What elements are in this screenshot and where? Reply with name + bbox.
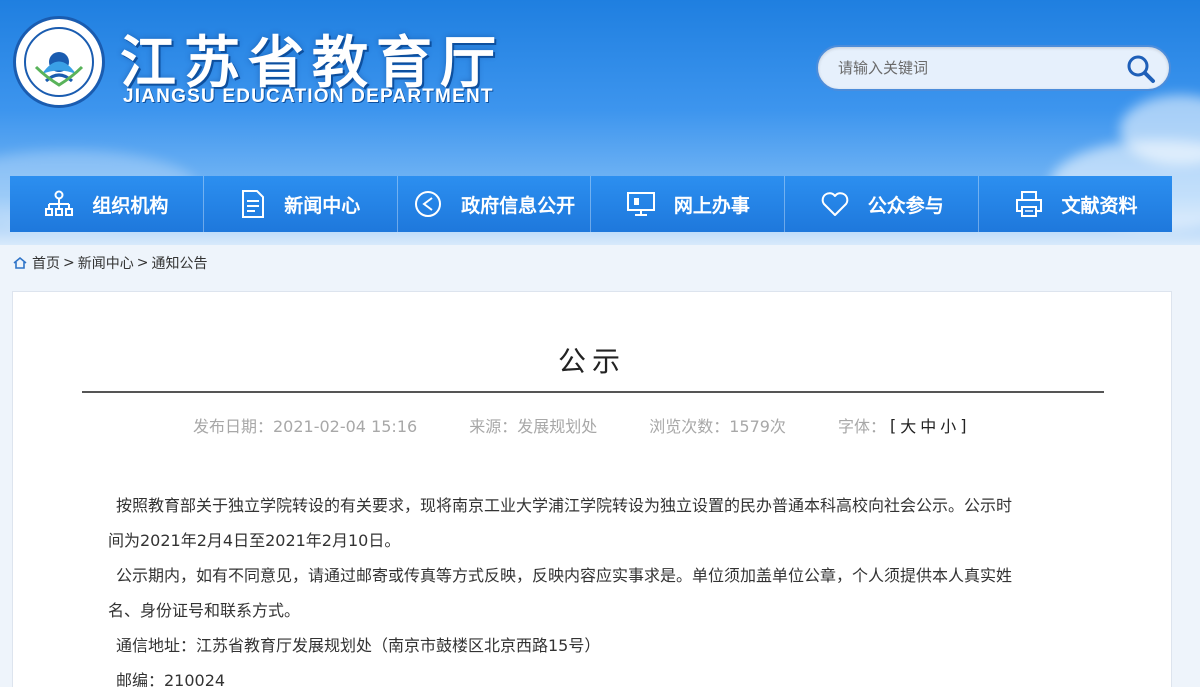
article-source: 来源：发展规划处	[469, 417, 598, 436]
nav-label: 政府信息公开	[461, 194, 576, 217]
nav-label: 公众参与	[867, 194, 944, 217]
logo-emblem-icon[interactable]	[13, 16, 105, 108]
site-header: 江苏省教育厅 JIANGSU EDUCATION DEPARTMENT 请输入关…	[0, 0, 1200, 245]
nav-label: 新闻中心	[284, 194, 361, 217]
font-size-label: 字体：	[837, 417, 886, 436]
home-icon	[13, 256, 27, 269]
font-size-large[interactable]: 大	[898, 413, 918, 437]
search-input[interactable]	[838, 55, 1118, 81]
article-container: 公示 发布日期：2021-02-04 15:16 来源：发展规划处 浏览次数：1…	[12, 291, 1172, 687]
paragraph-line: 间为2021年2月4日至2021年2月10日。	[108, 531, 401, 550]
search-button[interactable]	[1125, 53, 1157, 85]
paragraph-line: 公示期内，如有不同意见，请通过邮寄或传真等方式反映，反映内容应实事求是。单位须加…	[116, 566, 1013, 585]
font-size-small[interactable]: 小	[938, 413, 958, 437]
nav-item-news[interactable]: 新闻中心	[204, 176, 398, 232]
org-chart-icon	[45, 190, 74, 216]
publish-date: 发布日期：2021-02-04 15:16	[193, 417, 418, 436]
nav-item-online-services[interactable]: 网上办事	[591, 176, 786, 232]
nav-item-documents[interactable]: 文献资料	[979, 176, 1172, 232]
contact-address: 通信地址：江苏省教育厅发展规划处（南京市鼓楼区北京西路15号）	[116, 636, 601, 655]
breadcrumb-home-link[interactable]: 首页	[32, 253, 60, 273]
nav-label: 文献资料	[1061, 194, 1138, 217]
nav-item-gov-info[interactable]: 政府信息公开	[398, 176, 592, 232]
breadcrumb-news-link[interactable]: 新闻中心	[78, 253, 134, 273]
article-meta: 发布日期：2021-02-04 15:16 来源：发展规划处 浏览次数：1579…	[193, 413, 969, 437]
main-nav: 组织机构 新闻中心 政府信息公开 网上办事 公众参与 文献资料	[10, 176, 1172, 232]
document-icon	[242, 190, 265, 218]
nav-label: 组织机构	[92, 194, 169, 217]
heart-icon	[821, 192, 849, 216]
breadcrumb-notice-link[interactable]: 通知公告	[151, 253, 207, 273]
nav-item-organization[interactable]: 组织机构	[10, 176, 204, 232]
breadcrumb-separator: >	[136, 255, 149, 271]
article-title: 公示	[557, 345, 626, 378]
breadcrumb-separator: >	[63, 255, 75, 271]
site-title-en: JIANGSU EDUCATION DEPARTMENT	[123, 86, 494, 107]
monitor-icon	[626, 192, 655, 216]
article-body: 按照教育部关于独立学院转设的有关要求，现将南京工业大学浦江学院转设为独立设置的民…	[108, 488, 1111, 687]
font-size-medium[interactable]: 中	[918, 413, 938, 437]
paragraph-line: 按照教育部关于独立学院转设的有关要求，现将南京工业大学浦江学院转设为独立设置的民…	[116, 496, 1013, 515]
title-divider	[82, 391, 1104, 393]
view-count: 浏览次数：1579次	[649, 417, 786, 436]
search-icon	[1127, 55, 1155, 83]
paragraph-line: 名、身份证号和联系方式。	[108, 601, 301, 620]
printer-icon	[1015, 191, 1042, 217]
nav-label: 网上办事	[673, 194, 750, 217]
breadcrumb: 首页 > 新闻中心 > 通知公告	[12, 253, 207, 273]
font-size-switcher: [ 大 中 小 ]	[888, 413, 969, 437]
info-share-icon	[415, 191, 442, 217]
contact-postcode: 邮编：210024	[116, 671, 226, 687]
search-box	[816, 45, 1171, 91]
nav-item-public-participation[interactable]: 公众参与	[785, 176, 980, 232]
